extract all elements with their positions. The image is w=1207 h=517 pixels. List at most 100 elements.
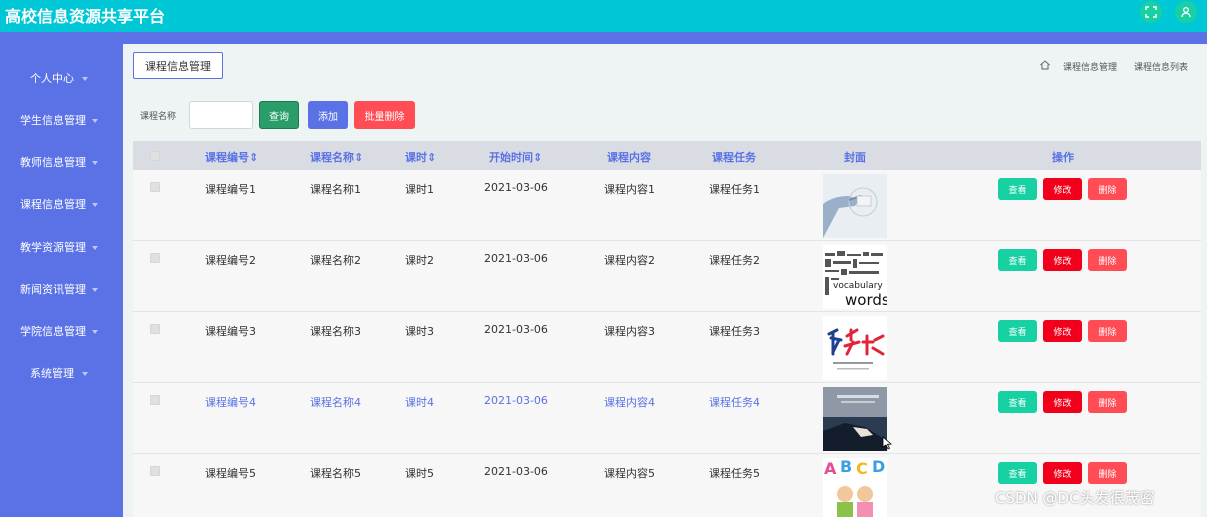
top-bar: 高校信息资源共享平台 (0, 0, 1207, 44)
chevron-down-icon (92, 161, 98, 165)
sidebar-item-label: 新闻资讯管理 (20, 283, 86, 296)
search-label: 课程名称 (140, 112, 177, 122)
sidebar-item-label: 学生信息管理 (20, 114, 86, 127)
cell-hours: 课时4 (405, 396, 434, 409)
chevron-down-icon (92, 119, 98, 123)
sidebar-item-colleges[interactable]: 学院信息管理 (0, 323, 123, 343)
sort-icon: ⇕ (427, 151, 437, 164)
chevron-down-icon (82, 77, 88, 81)
cell-start: 2021-03-06 (484, 181, 548, 194)
add-button[interactable]: 添加 (308, 101, 348, 129)
edit-button[interactable]: 修改 (1043, 178, 1082, 200)
svg-text:B: B (840, 458, 852, 476)
cell-content: 课程内容5 (604, 467, 655, 480)
svg-text:vocabulary: vocabulary (833, 281, 883, 291)
cell-content: 课程内容3 (604, 325, 655, 338)
chevron-down-icon (82, 372, 88, 376)
view-button[interactable]: 查看 (998, 320, 1037, 342)
cell-start: 2021-03-06 (484, 394, 548, 407)
header-cover: 封面 (844, 151, 866, 164)
delete-button[interactable]: 删除 (1088, 178, 1127, 200)
header-code[interactable]: 课程编号⇕ (205, 149, 258, 165)
sidebar-item-personal[interactable]: 个人中心 (0, 70, 123, 90)
cell-content: 课程内容4 (604, 396, 655, 409)
cell-name: 课程名称5 (310, 467, 361, 480)
sidebar-item-students[interactable]: 学生信息管理 (0, 112, 123, 132)
header-hours[interactable]: 课时⇕ (405, 149, 436, 165)
main-content: 课程信息管理 课程信息管理 课程信息列表 课程名称 查询 添加 批量删除 课程编… (123, 44, 1207, 517)
delete-button[interactable]: 删除 (1088, 391, 1127, 413)
view-button[interactable]: 查看 (998, 391, 1037, 413)
header-stripe (0, 32, 1207, 44)
header-content: 课程内容 (607, 151, 651, 164)
tab-course-management[interactable]: 课程信息管理 (133, 52, 223, 79)
sidebar-item-label: 个人中心 (30, 72, 74, 85)
sidebar-item-label: 教师信息管理 (20, 156, 86, 169)
row-checkbox[interactable] (150, 253, 160, 263)
delete-button[interactable]: 删除 (1088, 320, 1127, 342)
sidebar-item-label: 教学资源管理 (20, 241, 86, 254)
cell-hours: 课时3 (405, 325, 434, 338)
table-header: 课程编号⇕ 课程名称⇕ 课时⇕ 开始时间⇕ 课程内容 课程任务 封面 操作 (133, 141, 1201, 170)
header-ops: 操作 (1052, 151, 1074, 164)
view-button[interactable]: 查看 (998, 178, 1037, 200)
edit-button[interactable]: 修改 (1043, 320, 1082, 342)
row-checkbox[interactable] (150, 466, 160, 476)
query-button[interactable]: 查询 (259, 101, 299, 129)
table-row: 课程编号4 课程名称4 课时4 2021-03-06 课程内容4 课程任务4 查… (133, 383, 1201, 454)
sidebar-item-courses[interactable]: 课程信息管理 (0, 196, 123, 216)
row-checkbox[interactable] (150, 324, 160, 334)
header-name[interactable]: 课程名称⇕ (310, 149, 363, 165)
chevron-down-icon (92, 330, 98, 334)
svg-text:A: A (824, 459, 837, 478)
user-icon[interactable] (1175, 1, 1197, 23)
cell-code: 课程编号3 (205, 325, 256, 338)
sidebar-item-news[interactable]: 新闻资讯管理 (0, 281, 123, 301)
sidebar-item-system[interactable]: 系统管理 (0, 365, 123, 385)
view-button[interactable]: 查看 (998, 249, 1037, 271)
fullscreen-icon[interactable] (1140, 1, 1162, 23)
edit-button[interactable]: 修改 (1043, 391, 1082, 413)
watermark: CSDN @DC头发很茂密 (995, 489, 1155, 507)
cell-name: 课程名称3 (310, 325, 361, 338)
row-checkbox[interactable] (150, 395, 160, 405)
header-task: 课程任务 (712, 151, 756, 164)
edit-button[interactable]: 修改 (1043, 249, 1082, 271)
delete-button[interactable]: 删除 (1088, 462, 1127, 484)
sidebar-item-teachers[interactable]: 教师信息管理 (0, 154, 123, 174)
batch-delete-button[interactable]: 批量删除 (354, 101, 415, 129)
cell-task: 课程任务3 (709, 325, 760, 338)
header-start[interactable]: 开始时间⇕ (489, 149, 542, 165)
cell-name: 课程名称2 (310, 254, 361, 267)
sidebar-item-label: 课程信息管理 (20, 198, 86, 211)
cover-image: vocabulary words (823, 245, 887, 309)
sidebar-item-label: 系统管理 (30, 367, 74, 380)
table-row: 课程编号3 课程名称3 课时3 2021-03-06 课程内容3 课程任务3 查… (133, 312, 1201, 383)
sort-icon: ⇕ (354, 151, 364, 164)
cell-start: 2021-03-06 (484, 323, 548, 336)
home-icon[interactable] (1039, 59, 1051, 71)
sort-icon: ⇕ (249, 151, 259, 164)
mouse-cursor-icon (882, 436, 892, 450)
sort-icon: ⇕ (533, 151, 543, 164)
cell-task: 课程任务5 (709, 467, 760, 480)
cell-task: 课程任务1 (709, 183, 760, 196)
view-button[interactable]: 查看 (998, 462, 1037, 484)
course-table: 课程编号⇕ 课程名称⇕ 课时⇕ 开始时间⇕ 课程内容 课程任务 封面 操作 课程… (133, 141, 1201, 517)
search-input[interactable] (189, 101, 253, 129)
cover-image (823, 387, 887, 451)
edit-button[interactable]: 修改 (1043, 462, 1082, 484)
select-all-checkbox[interactable] (150, 151, 160, 161)
cell-code: 课程编号1 (205, 183, 256, 196)
cover-image (823, 316, 887, 380)
cell-code: 课程编号5 (205, 467, 256, 480)
cell-code: 课程编号4 (205, 396, 256, 409)
row-checkbox[interactable] (150, 182, 160, 192)
chevron-down-icon (92, 203, 98, 207)
breadcrumb-level1[interactable]: 课程信息管理 (1063, 60, 1117, 73)
cover-image (823, 174, 887, 238)
sidebar-item-label: 学院信息管理 (20, 325, 86, 338)
sidebar-item-resources[interactable]: 教学资源管理 (0, 239, 123, 259)
delete-button[interactable]: 删除 (1088, 249, 1127, 271)
cell-name: 课程名称1 (310, 183, 361, 196)
